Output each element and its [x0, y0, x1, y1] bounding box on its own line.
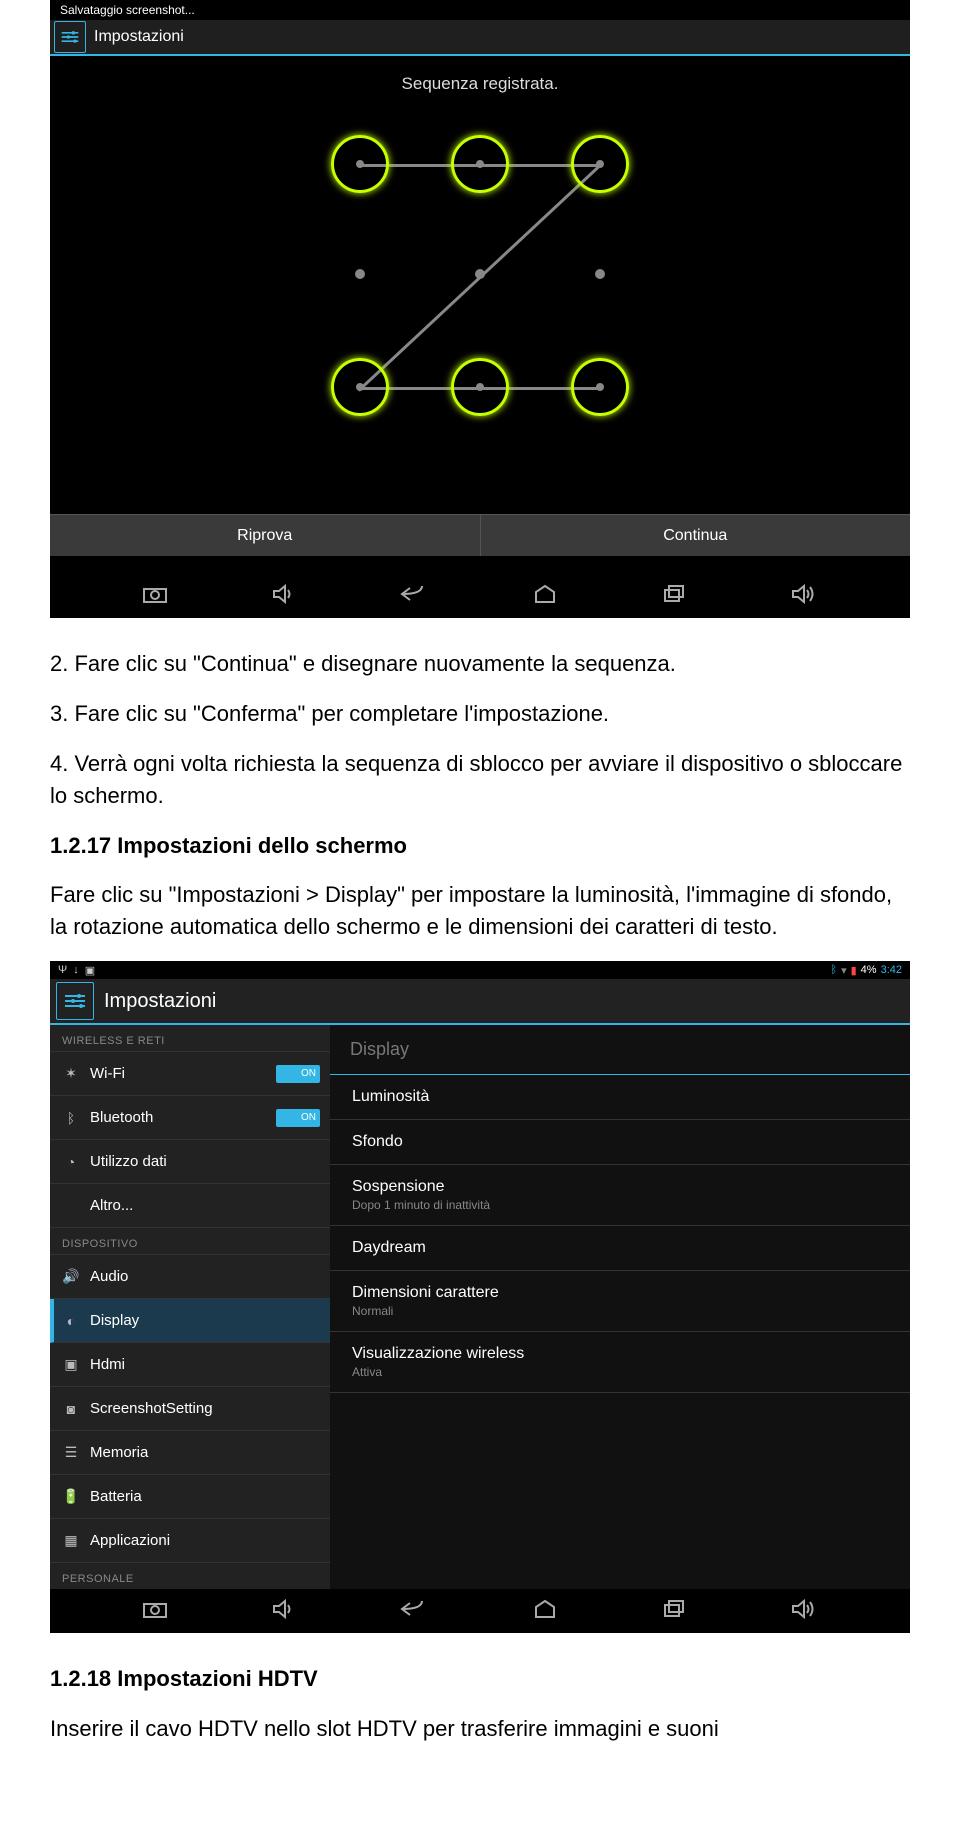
doc-text-block-2: 1.2.18 Impostazioni HDTV Inserire il cav… [50, 1663, 910, 1745]
row-wireless-display[interactable]: Visualizzazione wireless Attiva [330, 1332, 910, 1393]
page-title: Impostazioni [104, 990, 216, 1013]
pattern-subtitle: Sequenza registrata. [50, 74, 910, 94]
page-title: Impostazioni [94, 28, 184, 46]
continue-button[interactable]: Continua [481, 515, 911, 556]
back-icon[interactable] [398, 1599, 428, 1624]
battery-status-icon: ▮ [851, 964, 857, 977]
category-device: DISPOSITIVO [50, 1228, 330, 1255]
doc-step-2: 2. Fare clic su "Continua" e disegnare n… [50, 648, 910, 680]
sidebar-item-display[interactable]: ◐ Display [50, 1299, 330, 1343]
sidebar-item-data-usage[interactable]: ◔ Utilizzo dati [50, 1140, 330, 1184]
battery-pct: 4% [861, 964, 877, 976]
sidebar-item-storage[interactable]: ☰ Memoria [50, 1431, 330, 1475]
display-icon: ◐ [60, 1313, 82, 1329]
pattern-dot-1[interactable] [331, 135, 389, 193]
apps-icon: ▦ [60, 1532, 82, 1549]
back-icon[interactable] [398, 584, 428, 609]
bluetooth-toggle[interactable]: ON [276, 1109, 320, 1127]
settings-sidebar: WIRELESS E RETI ✶ Wi-Fi ON ᛒ Bluetooth O… [50, 1025, 330, 1589]
camera-icon[interactable] [142, 584, 168, 609]
wifi-icon: ✶ [60, 1065, 82, 1082]
data-usage-icon: ◔ [60, 1154, 82, 1170]
category-wireless: WIRELESS E RETI [50, 1025, 330, 1052]
main-panel-title: Display [330, 1025, 910, 1075]
app-header-2: Impostazioni [50, 979, 910, 1025]
battery-icon: 🔋 [60, 1488, 82, 1505]
doc-hdtv-intro: Inserire il cavo HDTV nello slot HDTV pe… [50, 1713, 910, 1745]
display-settings-screenshot: Ψ ↓ ▣ ᛒ ▾ ▮ 4% 3:42 Impostazioni WIRELES… [50, 961, 910, 1633]
status-saving-text: Salvataggio screenshot... [60, 3, 900, 17]
volume-up-icon[interactable] [790, 1599, 818, 1624]
wifi-status-icon: ▾ [841, 964, 847, 977]
pattern-body: Sequenza registrata. Riprova Continua [50, 56, 910, 574]
recent-apps-icon[interactable] [661, 584, 687, 609]
row-wallpaper[interactable]: Sfondo [330, 1120, 910, 1165]
volume-up-icon[interactable] [790, 584, 818, 609]
bluetooth-status-icon: ᛒ [830, 964, 837, 976]
nav-bar [50, 574, 910, 618]
row-font-size[interactable]: Dimensioni carattere Normali [330, 1271, 910, 1332]
sidebar-item-battery[interactable]: 🔋 Batteria [50, 1475, 330, 1519]
pattern-buttons-row: Riprova Continua [50, 514, 910, 556]
sidebar-item-bluetooth[interactable]: ᛒ Bluetooth ON [50, 1096, 330, 1140]
status-bar-2: Ψ ↓ ▣ ᛒ ▾ ▮ 4% 3:42 [50, 961, 910, 979]
pattern-dot-2[interactable] [451, 135, 509, 193]
row-brightness[interactable]: Luminosità [330, 1075, 910, 1120]
pattern-dot-3[interactable] [571, 135, 629, 193]
doc-display-intro: Fare clic su "Impostazioni > Display" pe… [50, 879, 910, 943]
bluetooth-icon: ᛒ [60, 1110, 82, 1126]
row-sleep[interactable]: Sospensione Dopo 1 minuto di inattività [330, 1165, 910, 1226]
download-icon: ↓ [73, 964, 79, 977]
app-header: Impostazioni [50, 20, 910, 56]
settings-icon [56, 982, 94, 1020]
settings-main-panel: Display Luminosità Sfondo Sospensione Do… [330, 1025, 910, 1589]
camera-icon: ◙ [60, 1401, 82, 1417]
pattern-dot-5[interactable] [475, 269, 485, 279]
volume-down-icon[interactable] [271, 1599, 295, 1624]
wifi-toggle[interactable]: ON [276, 1065, 320, 1083]
sidebar-item-hdmi[interactable]: ▣ Hdmi [50, 1343, 330, 1387]
storage-icon: ☰ [60, 1444, 82, 1461]
settings-icon [54, 21, 86, 53]
doc-heading-1-2-17: 1.2.17 Impostazioni dello schermo [50, 830, 910, 862]
pattern-dot-8[interactable] [451, 358, 509, 416]
nav-bar-2 [50, 1589, 910, 1633]
pattern-dot-4[interactable] [355, 269, 365, 279]
home-icon[interactable] [532, 1599, 558, 1624]
pattern-dot-9[interactable] [571, 358, 629, 416]
sidebar-item-apps[interactable]: ▦ Applicazioni [50, 1519, 330, 1563]
audio-icon: 🔊 [60, 1268, 82, 1285]
sidebar-item-more[interactable]: Altro... [50, 1184, 330, 1228]
doc-text-block-1: 2. Fare clic su "Continua" e disegnare n… [50, 648, 910, 943]
row-daydream[interactable]: Daydream [330, 1226, 910, 1271]
home-icon[interactable] [532, 584, 558, 609]
volume-down-icon[interactable] [271, 584, 295, 609]
pattern-grid[interactable] [280, 134, 680, 404]
image-icon: ▣ [85, 964, 95, 977]
pattern-dot-6[interactable] [595, 269, 605, 279]
pattern-lock-screenshot: Salvataggio screenshot... Impostazioni S… [50, 0, 910, 618]
sidebar-item-wifi[interactable]: ✶ Wi-Fi ON [50, 1052, 330, 1096]
status-bar: Salvataggio screenshot... [50, 0, 910, 20]
sidebar-item-screenshot-setting[interactable]: ◙ ScreenshotSetting [50, 1387, 330, 1431]
hdmi-icon: ▣ [60, 1356, 82, 1373]
usb-icon: Ψ [58, 964, 67, 977]
category-personal: PERSONALE [50, 1563, 330, 1589]
doc-heading-1-2-18: 1.2.18 Impostazioni HDTV [50, 1663, 910, 1695]
doc-step-3: 3. Fare clic su "Conferma" per completar… [50, 698, 910, 730]
doc-step-4: 4. Verrà ogni volta richiesta la sequenz… [50, 748, 910, 812]
retry-button[interactable]: Riprova [50, 515, 481, 556]
sidebar-item-audio[interactable]: 🔊 Audio [50, 1255, 330, 1299]
camera-icon[interactable] [142, 1599, 168, 1624]
recent-apps-icon[interactable] [661, 1599, 687, 1624]
pattern-dot-7[interactable] [331, 358, 389, 416]
status-time: 3:42 [881, 964, 902, 976]
